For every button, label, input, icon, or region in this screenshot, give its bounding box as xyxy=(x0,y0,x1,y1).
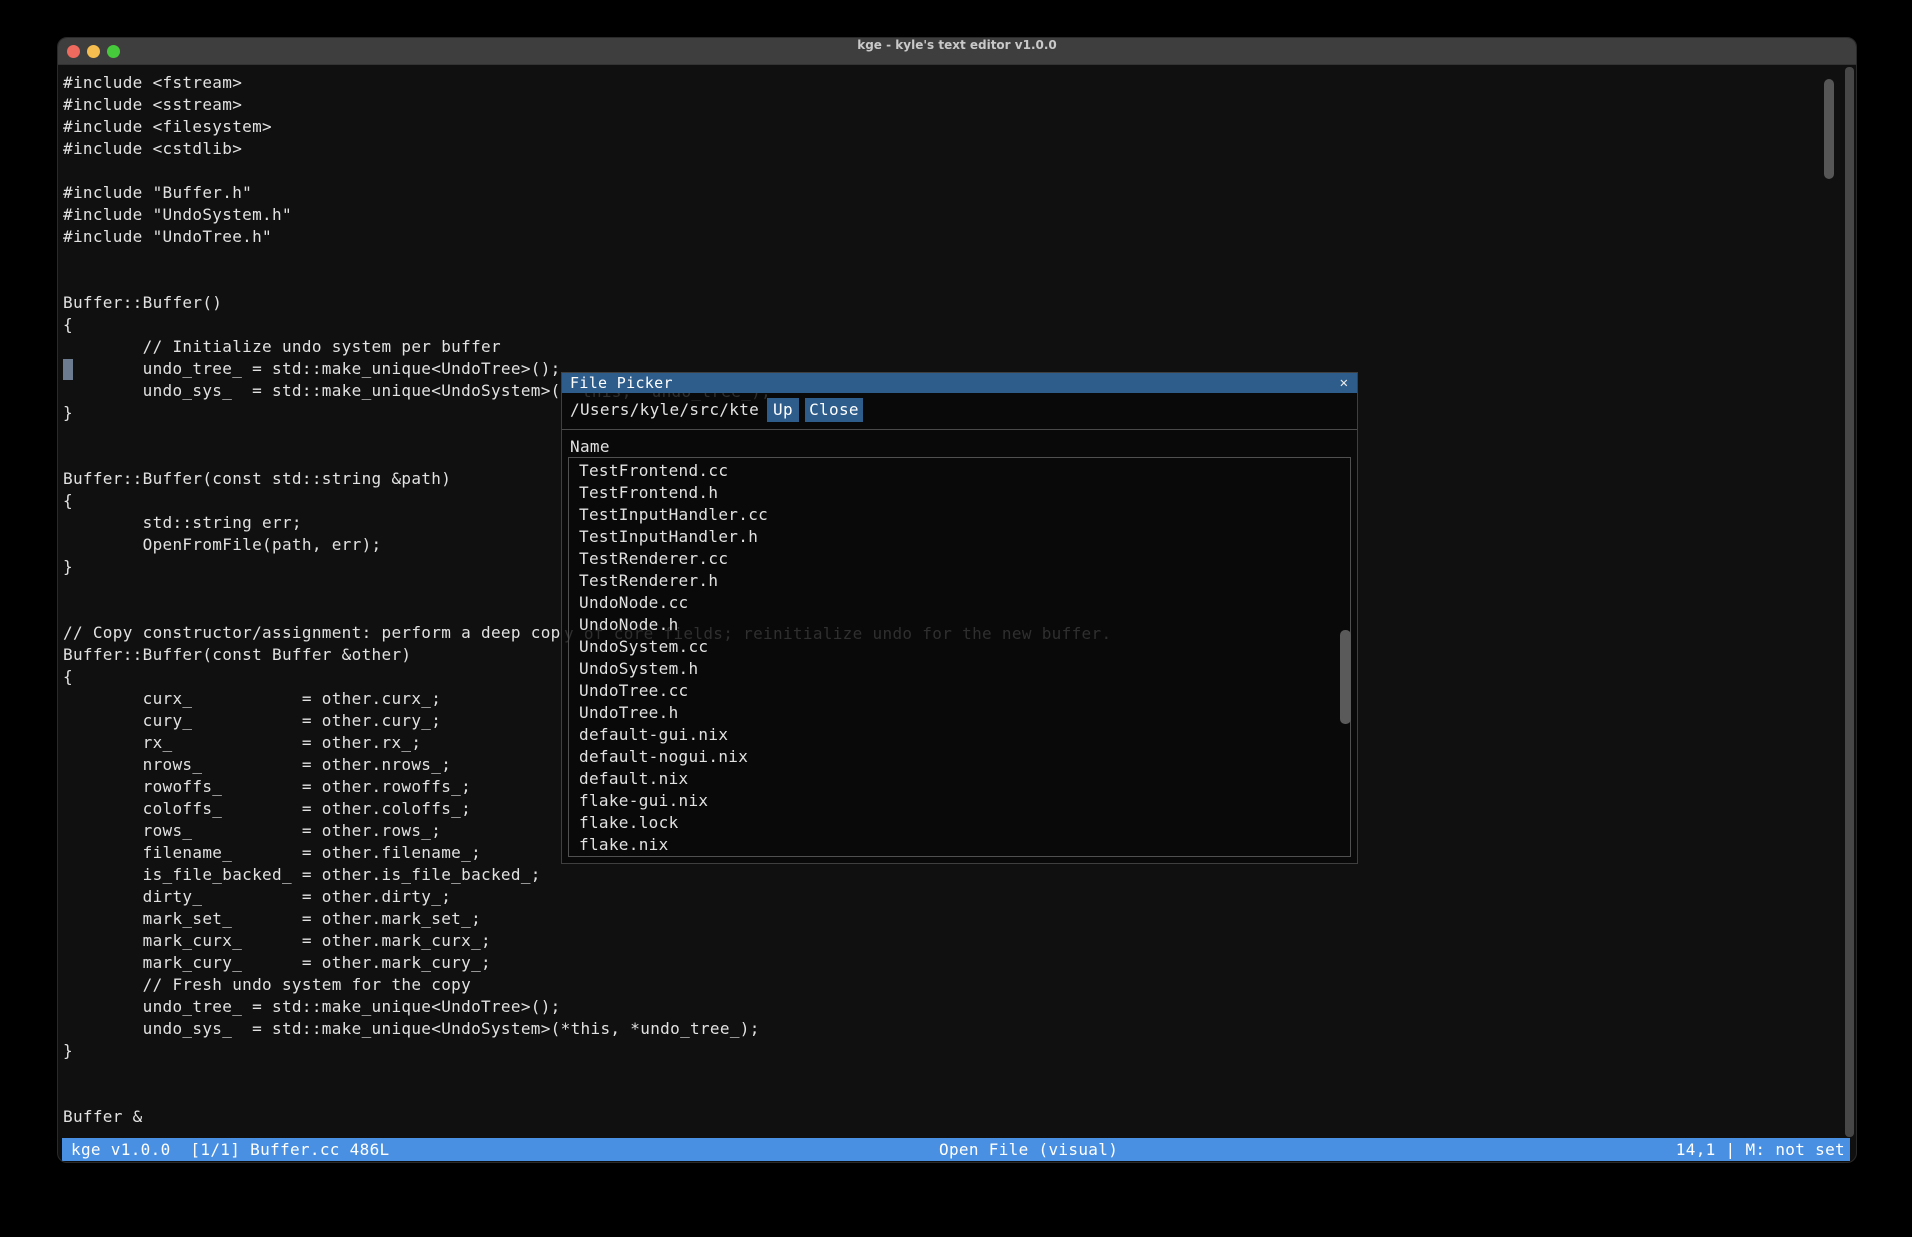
file-picker-dialog: *this, *undo_tree_); y of core fields; r… xyxy=(561,372,1358,864)
code-line[interactable]: undo_sys_ = std::make_unique<UndoSystem>… xyxy=(63,1018,1108,1040)
file-list-item[interactable]: default-nogui.nix xyxy=(569,746,1350,768)
code-line[interactable]: Buffer & xyxy=(63,1106,1108,1128)
code-line[interactable]: dirty_ = other.dirty_; xyxy=(63,886,1108,908)
status-mode: Open File (visual) xyxy=(939,1138,1118,1161)
file-list-item[interactable]: TestInputHandler.h xyxy=(569,526,1350,548)
code-line[interactable] xyxy=(63,248,1108,270)
file-list[interactable]: TestFrontend.ccTestFrontend.hTestInputHa… xyxy=(568,457,1351,857)
code-line[interactable]: is_file_backed_ = other.is_file_backed_; xyxy=(63,864,1108,886)
file-list-item[interactable]: TestRenderer.h xyxy=(569,570,1350,592)
code-line[interactable]: #include "UndoSystem.h" xyxy=(63,204,1108,226)
file-list-item[interactable]: flake.nix xyxy=(569,834,1350,856)
window-title: kge - kyle's text editor v1.0.0 xyxy=(58,38,1856,64)
code-line[interactable] xyxy=(63,1084,1108,1106)
code-line[interactable]: { xyxy=(63,314,1108,336)
window-titlebar[interactable]: kge - kyle's text editor v1.0.0 xyxy=(58,38,1856,65)
file-list-item[interactable]: UndoTree.h xyxy=(569,702,1350,724)
dialog-title: File Picker xyxy=(570,373,673,393)
dialog-close-icon[interactable]: ✕ xyxy=(1340,373,1348,393)
text-cursor xyxy=(63,359,73,380)
file-list-scrollbar-thumb[interactable] xyxy=(1340,630,1351,724)
file-list-item[interactable]: TestInputHandler.cc xyxy=(569,504,1350,526)
window-scrollbar-track[interactable] xyxy=(1845,67,1854,1137)
code-line[interactable] xyxy=(63,160,1108,182)
code-line[interactable]: } xyxy=(63,1040,1108,1062)
file-list-item[interactable]: TestRenderer.cc xyxy=(569,548,1350,570)
desktop-background: kge - kyle's text editor v1.0.0 #include… xyxy=(0,0,1912,1237)
code-line[interactable]: // Initialize undo system per buffer xyxy=(63,336,1108,358)
file-list-item[interactable]: UndoSystem.cc xyxy=(569,636,1350,658)
file-list-item[interactable]: flake.lock xyxy=(569,812,1350,834)
up-button[interactable]: Up xyxy=(767,398,799,422)
code-line[interactable]: #include <sstream> xyxy=(63,94,1108,116)
code-line[interactable]: #include <filesystem> xyxy=(63,116,1108,138)
path-row: /Users/kyle/src/kte Up Close xyxy=(562,398,1357,422)
code-line[interactable]: mark_set_ = other.mark_set_; xyxy=(63,908,1108,930)
app-window: kge - kyle's text editor v1.0.0 #include… xyxy=(57,37,1857,1163)
file-list-item[interactable]: TestFrontend.h xyxy=(569,482,1350,504)
status-version-file: kge v1.0.0 [1/1] Buffer.cc 486L xyxy=(71,1138,390,1161)
code-line[interactable] xyxy=(63,270,1108,292)
file-list-item[interactable]: flake-gui.nix xyxy=(569,790,1350,812)
file-list-item[interactable]: UndoNode.h xyxy=(569,614,1350,636)
file-list-item[interactable]: UndoSystem.h xyxy=(569,658,1350,680)
code-line[interactable]: undo_tree_ = std::make_unique<UndoTree>(… xyxy=(63,996,1108,1018)
status-cursor-mark: 14,1 | M: not set xyxy=(1676,1138,1845,1161)
code-line[interactable]: #include <fstream> xyxy=(63,72,1108,94)
editor-scrollbar-thumb[interactable] xyxy=(1824,79,1834,179)
code-line[interactable]: #include "Buffer.h" xyxy=(63,182,1108,204)
file-list-item[interactable]: default.nix xyxy=(569,768,1350,790)
file-list-item[interactable]: UndoTree.cc xyxy=(569,680,1350,702)
current-path: /Users/kyle/src/kte xyxy=(570,398,759,422)
code-line[interactable]: #include <cstdlib> xyxy=(63,138,1108,160)
file-list-item[interactable]: default-gui.nix xyxy=(569,724,1350,746)
code-line[interactable]: // Fresh undo system for the copy xyxy=(63,974,1108,996)
code-line[interactable]: Buffer::Buffer() xyxy=(63,292,1108,314)
code-line[interactable]: mark_curx_ = other.mark_curx_; xyxy=(63,930,1108,952)
code-line[interactable]: #include "UndoTree.h" xyxy=(63,226,1108,248)
divider xyxy=(562,429,1357,430)
column-header-name: Name xyxy=(570,436,610,458)
dialog-titlebar[interactable]: File Picker ✕ xyxy=(562,373,1357,393)
code-line[interactable]: mark_cury_ = other.mark_cury_; xyxy=(63,952,1108,974)
code-line[interactable] xyxy=(63,1062,1108,1084)
file-list-item[interactable]: TestFrontend.cc xyxy=(569,460,1350,482)
close-button[interactable]: Close xyxy=(805,398,863,422)
status-bar: kge v1.0.0 [1/1] Buffer.cc 486L Open Fil… xyxy=(62,1138,1850,1161)
file-list-item[interactable]: UndoNode.cc xyxy=(569,592,1350,614)
